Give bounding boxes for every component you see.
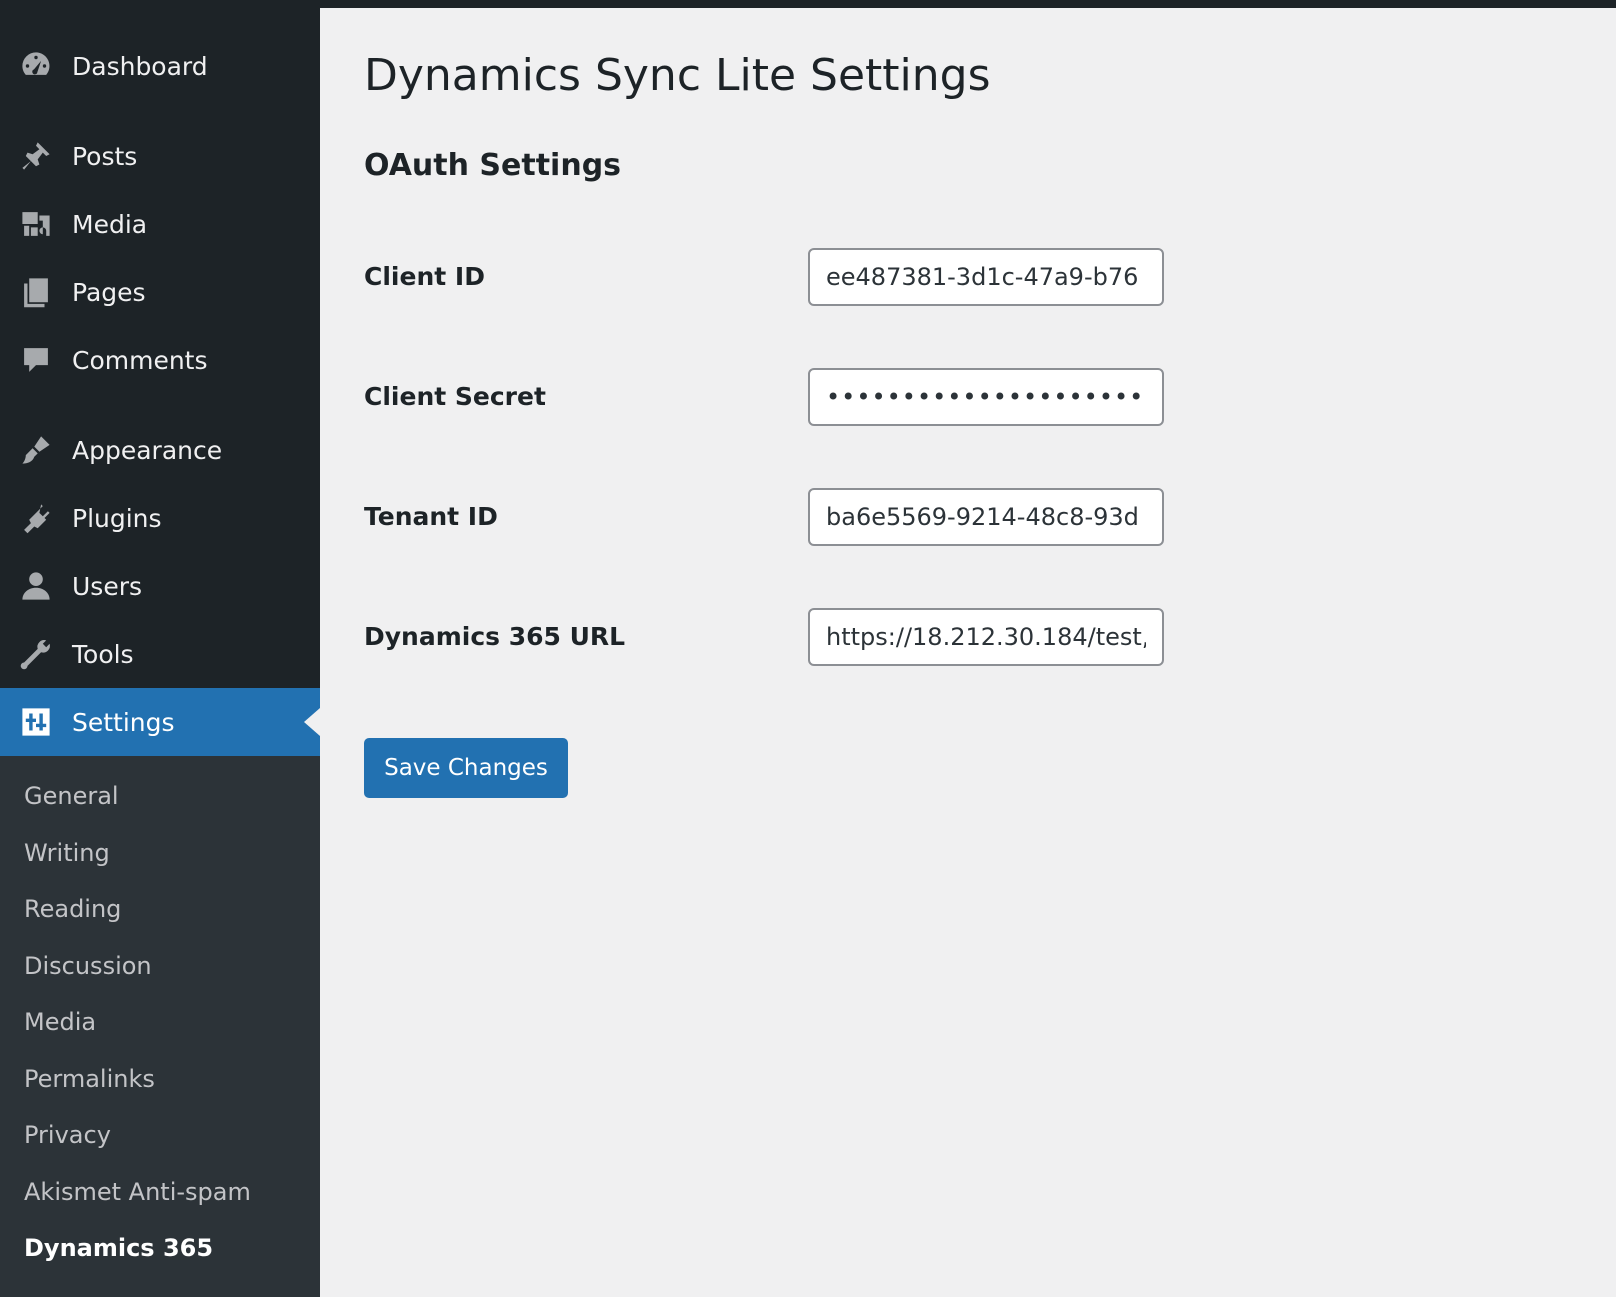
settings-submenu: General Writing Reading Discussion Media…: [0, 756, 320, 1297]
submenu-item-discussion[interactable]: Discussion: [0, 938, 320, 995]
sidebar-item-plugins[interactable]: Plugins: [0, 484, 320, 552]
tenant-id-label: Tenant ID: [364, 502, 498, 531]
sidebar-item-label: Settings: [72, 708, 175, 737]
paintbrush-icon: [18, 432, 54, 468]
plugin-icon: [18, 500, 54, 536]
sidebar-item-label: Plugins: [72, 504, 162, 533]
client-id-field[interactable]: [808, 248, 1164, 306]
tenant-id-row: Tenant ID: [364, 488, 1164, 548]
sidebar-item-tools[interactable]: Tools: [0, 620, 320, 688]
admin-menu: Dashboard Posts Media Pages Comments: [0, 0, 320, 756]
sidebar-item-label: Media: [72, 210, 147, 239]
client-secret-row: Client Secret: [364, 368, 1164, 428]
sidebar-item-pages[interactable]: Pages: [0, 258, 320, 326]
media-icon: [18, 206, 54, 242]
tenant-id-field[interactable]: [808, 488, 1164, 546]
submenu-item-permalinks[interactable]: Permalinks: [0, 1051, 320, 1108]
dashboard-icon: [18, 48, 54, 84]
pin-icon: [18, 138, 54, 174]
sidebar-item-label: Tools: [72, 640, 134, 669]
sidebar-item-label: Users: [72, 572, 142, 601]
submenu-item-dynamics-365[interactable]: Dynamics 365: [0, 1220, 320, 1277]
submenu-item-reading[interactable]: Reading: [0, 881, 320, 938]
sidebar-item-settings[interactable]: Settings: [0, 688, 320, 756]
main-content: Dynamics Sync Lite Settings OAuth Settin…: [320, 8, 1616, 1280]
section-title: OAuth Settings: [364, 148, 621, 183]
sidebar-item-label: Dashboard: [72, 52, 208, 81]
menu-separator: [0, 394, 320, 416]
admin-sidebar: Dashboard Posts Media Pages Comments: [0, 0, 320, 1280]
sidebar-item-label: Pages: [72, 278, 146, 307]
sidebar-item-appearance[interactable]: Appearance: [0, 416, 320, 484]
dynamics-url-field[interactable]: [808, 608, 1164, 666]
sidebar-item-dashboard[interactable]: Dashboard: [0, 32, 320, 100]
submenu-item-writing[interactable]: Writing: [0, 825, 320, 882]
sidebar-item-media[interactable]: Media: [0, 190, 320, 258]
sidebar-item-label: Comments: [72, 346, 208, 375]
client-secret-field[interactable]: [808, 368, 1164, 426]
submenu-item-akismet[interactable]: Akismet Anti-spam: [0, 1164, 320, 1221]
wrench-icon: [18, 636, 54, 672]
settings-icon: [18, 704, 54, 740]
submenu-item-privacy[interactable]: Privacy: [0, 1107, 320, 1164]
save-changes-button[interactable]: Save Changes: [364, 738, 568, 798]
dynamics-url-row: Dynamics 365 URL: [364, 608, 1164, 668]
sidebar-item-comments[interactable]: Comments: [0, 326, 320, 394]
menu-separator: [0, 100, 320, 122]
sidebar-item-label: Appearance: [72, 436, 222, 465]
submenu-item-media[interactable]: Media: [0, 994, 320, 1051]
sidebar-item-label: Posts: [72, 142, 137, 171]
sidebar-item-posts[interactable]: Posts: [0, 122, 320, 190]
comment-icon: [18, 342, 54, 378]
user-icon: [18, 568, 54, 604]
client-id-row: Client ID: [364, 248, 1164, 308]
dynamics-url-label: Dynamics 365 URL: [364, 622, 625, 651]
submenu-item-general[interactable]: General: [0, 768, 320, 825]
pages-icon: [18, 274, 54, 310]
page-title: Dynamics Sync Lite Settings: [364, 50, 991, 101]
client-secret-label: Client Secret: [364, 382, 546, 411]
client-id-label: Client ID: [364, 262, 485, 291]
sidebar-item-users[interactable]: Users: [0, 552, 320, 620]
